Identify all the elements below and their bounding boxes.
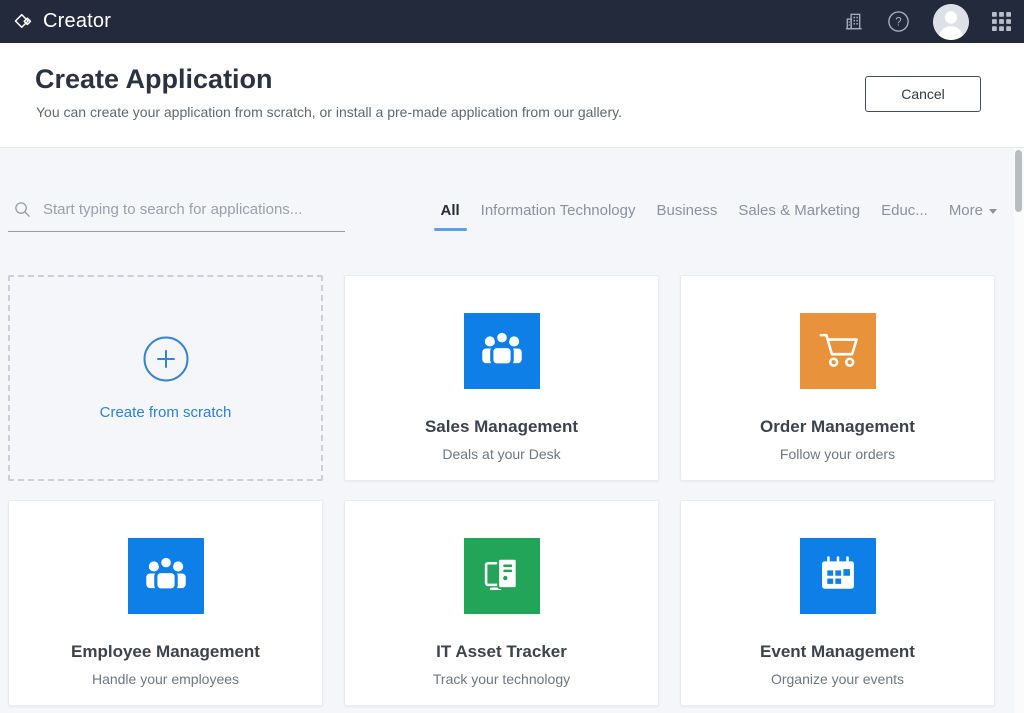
app-tagline: Follow your orders	[780, 446, 895, 462]
app-tagline: Handle your employees	[92, 671, 239, 687]
search-icon	[14, 201, 31, 218]
app-card-event-management[interactable]: Event Management Organize your events	[680, 500, 995, 706]
app-name: Event Management	[760, 642, 915, 662]
avatar[interactable]	[933, 4, 969, 40]
plus-circle-icon	[142, 335, 190, 383]
app-tile	[800, 313, 876, 389]
app-tagline: Deals at your Desk	[442, 446, 560, 462]
shopping-cart-icon	[810, 323, 866, 379]
page-subtitle: You can create your application from scr…	[36, 104, 622, 120]
tab-more[interactable]: More	[949, 202, 997, 219]
content-area: All Information Technology Business Sale…	[0, 148, 1024, 713]
create-from-scratch-label: Create from scratch	[100, 404, 232, 421]
app-tile	[800, 538, 876, 614]
calendar-icon	[810, 548, 866, 604]
app-tile	[464, 313, 540, 389]
app-tile	[464, 538, 540, 614]
people-group-icon	[474, 323, 530, 379]
tab-all[interactable]: All	[441, 202, 460, 219]
app-tagline: Organize your events	[771, 671, 904, 687]
people-group-icon	[138, 548, 194, 604]
cancel-button[interactable]: Cancel	[865, 76, 981, 112]
search-box[interactable]	[8, 200, 345, 232]
scrollbar	[1014, 148, 1024, 713]
chevron-down-icon	[989, 209, 997, 214]
app-name: Sales Management	[425, 417, 578, 437]
create-from-scratch-card[interactable]: Create from scratch	[8, 275, 323, 481]
app-tagline: Track your technology	[433, 671, 570, 687]
tab-sales-marketing[interactable]: Sales & Marketing	[738, 202, 860, 219]
scrollbar-thumb[interactable]	[1015, 150, 1022, 212]
category-tabs: All Information Technology Business Sale…	[441, 202, 998, 232]
app-card-it-asset-tracker[interactable]: IT Asset Tracker Track your technology	[344, 500, 659, 706]
tab-educ[interactable]: Educ...	[881, 202, 928, 219]
app-name: Order Management	[760, 417, 915, 437]
app-title: Creator	[43, 10, 111, 33]
page-title: Create Application	[35, 63, 622, 95]
creator-logo-icon[interactable]	[13, 11, 34, 32]
help-icon[interactable]: ?	[887, 10, 910, 33]
app-card-employee-management[interactable]: Employee Management Handle your employee…	[8, 500, 323, 706]
app-card-order-management[interactable]: Order Management Follow your orders	[680, 275, 995, 481]
svg-text:?: ?	[895, 17, 901, 29]
app-name: IT Asset Tracker	[436, 642, 567, 662]
apps-grid-icon[interactable]	[992, 12, 1011, 31]
app-tile	[128, 538, 204, 614]
org-building-icon[interactable]	[843, 11, 864, 32]
app-name: Employee Management	[71, 642, 260, 662]
it-asset-icon	[474, 548, 530, 604]
app-card-sales-management[interactable]: Sales Management Deals at your Desk	[344, 275, 659, 481]
top-navbar: Creator ?	[0, 0, 1024, 43]
page-header: Create Application You can create your a…	[0, 43, 1024, 148]
search-input[interactable]	[41, 200, 345, 219]
toolbar: All Information Technology Business Sale…	[0, 148, 1024, 232]
tab-information-technology[interactable]: Information Technology	[481, 202, 636, 219]
tab-business[interactable]: Business	[657, 202, 718, 219]
application-grid: Create from scratch Sales Management Dea…	[0, 275, 1024, 706]
